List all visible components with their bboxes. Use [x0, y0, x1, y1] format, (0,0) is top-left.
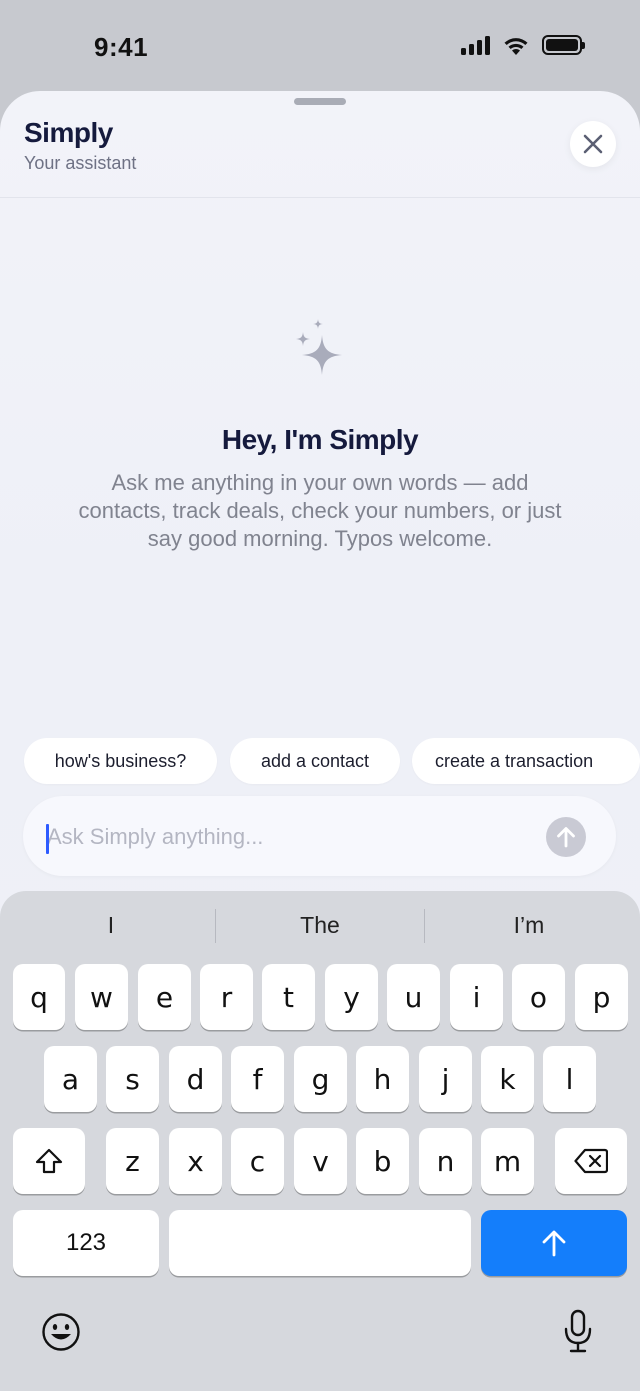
key-p[interactable]: p — [575, 964, 628, 1030]
emoji-icon[interactable] — [41, 1312, 81, 1352]
close-button[interactable] — [570, 121, 616, 167]
keyboard: I The I’m q w e r t y u i o p a s d f g … — [0, 891, 640, 1391]
prediction-divider — [215, 909, 216, 943]
header-divider — [0, 197, 640, 198]
wifi-icon — [504, 38, 528, 55]
key-m[interactable]: m — [481, 1128, 534, 1194]
arrow-up-icon — [542, 1230, 566, 1257]
prediction-suggestion[interactable]: The — [225, 905, 415, 945]
arrow-up-icon — [557, 827, 575, 848]
message-input[interactable] — [47, 816, 527, 858]
key-b[interactable]: b — [356, 1128, 409, 1194]
key-t[interactable]: t — [262, 964, 315, 1030]
shift-icon — [35, 1148, 63, 1174]
message-composer — [23, 796, 616, 876]
send-button[interactable] — [546, 817, 586, 857]
text-caret — [46, 824, 49, 854]
key-z[interactable]: z — [106, 1128, 159, 1194]
key-c[interactable]: c — [231, 1128, 284, 1194]
status-time: 9:41 — [94, 32, 149, 62]
suggestion-chip[interactable]: add a contact — [230, 738, 400, 784]
sparkles-icon — [296, 319, 342, 375]
key-v[interactable]: v — [294, 1128, 347, 1194]
prediction-divider — [424, 909, 425, 943]
key-r[interactable]: r — [200, 964, 253, 1030]
key-y[interactable]: y — [325, 964, 378, 1030]
key-q[interactable]: q — [13, 964, 65, 1030]
app-title: Simply — [24, 117, 113, 148]
return-key[interactable] — [481, 1210, 627, 1276]
key-a[interactable]: a — [44, 1046, 97, 1112]
welcome-title: Hey, I'm Simply — [221, 424, 419, 455]
backspace-icon — [574, 1148, 608, 1174]
status-icons — [461, 34, 585, 56]
battery-icon — [542, 35, 585, 55]
space-key[interactable] — [169, 1210, 471, 1276]
key-f[interactable]: f — [231, 1046, 284, 1112]
suggestion-chips: how's business? add a contact create a t… — [0, 731, 640, 789]
key-x[interactable]: x — [169, 1128, 222, 1194]
numbers-key[interactable]: 123 — [13, 1210, 159, 1276]
welcome-description: Ask me anything in your own words — add … — [78, 470, 562, 551]
key-e[interactable]: e — [138, 964, 191, 1030]
status-bar: 9:41 — [0, 0, 640, 92]
key-l[interactable]: l — [543, 1046, 596, 1112]
app-subtitle: Your assistant — [24, 153, 137, 173]
key-h[interactable]: h — [356, 1046, 409, 1112]
cellular-signal-icon — [461, 35, 490, 55]
suggestion-chip[interactable]: create a transaction — [412, 738, 640, 784]
numbers-key-label: 123 — [65, 1229, 107, 1256]
prediction-suggestion[interactable]: I’m — [434, 905, 624, 945]
key-i[interactable]: i — [450, 964, 503, 1030]
suggestion-chip[interactable]: how's business? — [24, 738, 217, 784]
prediction-suggestion[interactable]: I — [16, 905, 206, 945]
key-u[interactable]: u — [387, 964, 440, 1030]
key-w[interactable]: w — [75, 964, 128, 1030]
key-g[interactable]: g — [294, 1046, 347, 1112]
sheet-grabber[interactable] — [294, 98, 346, 105]
key-j[interactable]: j — [419, 1046, 472, 1112]
key-s[interactable]: s — [106, 1046, 159, 1112]
key-n[interactable]: n — [419, 1128, 472, 1194]
delete-key[interactable] — [555, 1128, 627, 1194]
key-o[interactable]: o — [512, 964, 565, 1030]
close-icon — [583, 134, 603, 154]
predictive-text-bar: I The I’m — [0, 905, 640, 945]
microphone-icon[interactable] — [562, 1309, 594, 1355]
key-k[interactable]: k — [481, 1046, 534, 1112]
key-d[interactable]: d — [169, 1046, 222, 1112]
shift-key[interactable] — [13, 1128, 85, 1194]
